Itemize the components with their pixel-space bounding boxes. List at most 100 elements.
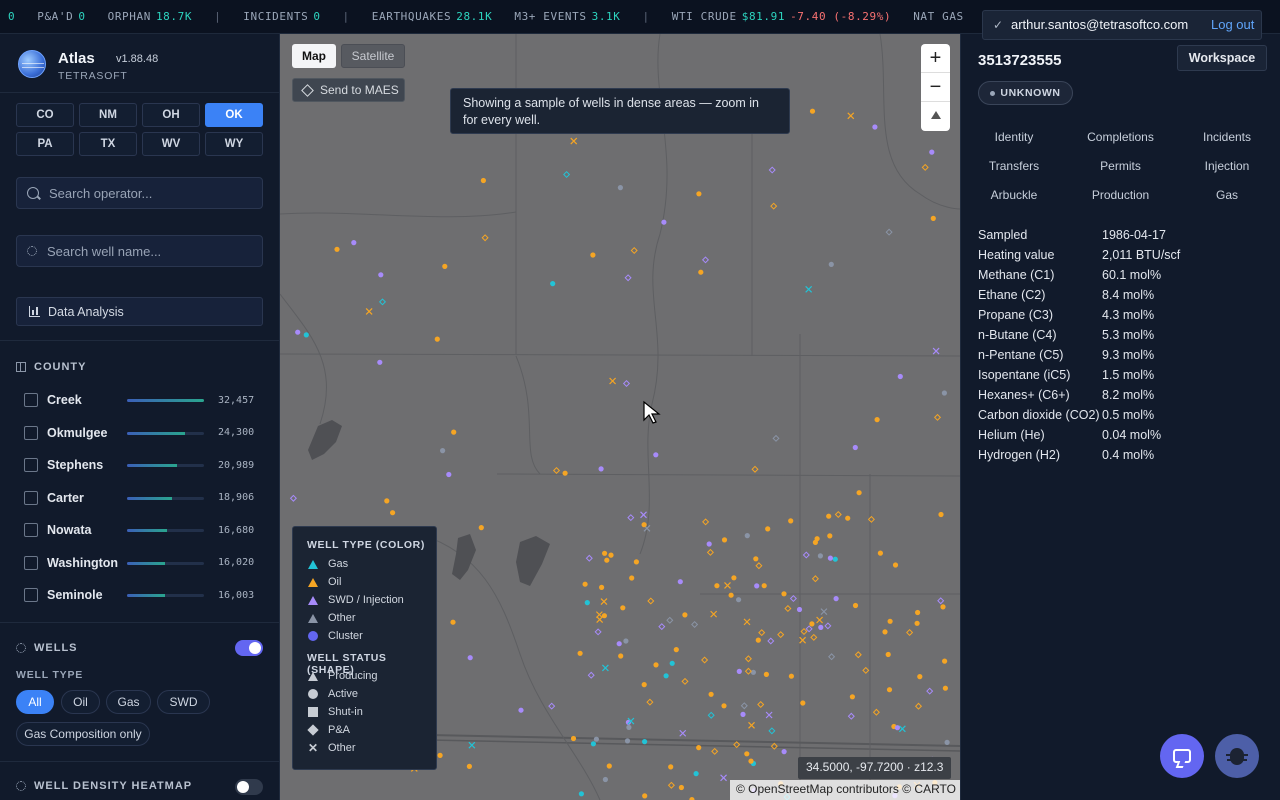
well-marker[interactable] (784, 604, 792, 613)
well-marker[interactable] (929, 149, 935, 155)
well-marker[interactable] (600, 598, 608, 605)
well-marker[interactable] (661, 219, 667, 225)
well-marker[interactable] (701, 656, 709, 664)
well-marker[interactable] (642, 739, 648, 745)
well-marker[interactable] (691, 620, 699, 629)
well-marker[interactable] (642, 793, 648, 799)
wells-toggle[interactable] (235, 640, 263, 656)
well-search[interactable] (16, 235, 263, 267)
well-marker[interactable] (590, 252, 596, 258)
send-to-maes-button[interactable]: Send to MAES (292, 78, 405, 102)
county-checkbox[interactable] (24, 425, 38, 440)
chat-button[interactable] (1160, 734, 1204, 778)
well-marker[interactable] (707, 711, 715, 719)
well-marker[interactable] (772, 434, 780, 442)
well-marker[interactable] (761, 583, 767, 589)
well-marker[interactable] (681, 677, 689, 685)
county-row[interactable]: Creek 32,457 (24, 390, 264, 410)
well-marker[interactable] (442, 263, 448, 269)
well-marker[interactable] (593, 736, 599, 742)
well-marker[interactable] (827, 555, 834, 561)
county-checkbox[interactable] (24, 393, 38, 407)
operator-search-input[interactable] (49, 185, 249, 201)
well-marker[interactable] (667, 781, 675, 789)
well-marker[interactable] (802, 551, 810, 559)
well-marker[interactable] (777, 631, 785, 639)
well-marker[interactable] (809, 621, 815, 627)
well-type-pill[interactable]: SWD (157, 690, 210, 714)
well-marker[interactable] (744, 751, 750, 757)
well-marker[interactable] (693, 771, 699, 777)
well-marker[interactable] (828, 653, 836, 661)
well-marker[interactable] (478, 525, 484, 531)
well-marker[interactable] (711, 747, 719, 755)
well-marker[interactable] (933, 413, 942, 421)
well-marker[interactable] (816, 616, 824, 624)
well-marker[interactable] (921, 163, 929, 171)
well-marker[interactable] (467, 655, 473, 661)
well-marker[interactable] (926, 687, 934, 695)
well-marker[interactable] (630, 246, 638, 255)
well-marker[interactable] (633, 559, 639, 565)
tab-transfers[interactable]: Transfers (961, 159, 1067, 173)
well-marker[interactable] (658, 623, 666, 631)
well-marker[interactable] (334, 246, 340, 252)
well-marker[interactable] (810, 633, 818, 641)
county-checkbox[interactable] (24, 555, 38, 570)
well-marker[interactable] (740, 711, 746, 718)
well-marker[interactable] (885, 651, 891, 658)
well-marker[interactable] (480, 177, 486, 184)
well-marker[interactable] (827, 533, 833, 539)
well-marker[interactable] (832, 556, 838, 562)
well-marker[interactable] (677, 579, 683, 585)
well-marker[interactable] (805, 625, 813, 633)
well-marker[interactable] (702, 518, 710, 526)
state-button-nm[interactable]: NM (79, 103, 137, 127)
well-marker[interactable] (468, 741, 476, 749)
well-marker[interactable] (640, 511, 647, 519)
well-marker[interactable] (826, 513, 832, 519)
well-marker[interactable] (598, 466, 604, 472)
well-marker[interactable] (788, 518, 794, 524)
well-marker[interactable] (898, 725, 906, 733)
well-marker[interactable] (724, 581, 731, 589)
well-marker[interactable] (944, 739, 950, 746)
well-marker[interactable] (770, 742, 778, 750)
county-row[interactable]: Carter 18,906 (24, 488, 264, 508)
well-marker[interactable] (377, 359, 383, 365)
well-marker[interactable] (833, 596, 839, 602)
well-marker[interactable] (618, 653, 624, 659)
operator-search[interactable] (16, 177, 263, 209)
well-marker[interactable] (696, 745, 702, 751)
well-marker[interactable] (647, 597, 655, 605)
well-marker[interactable] (577, 650, 583, 656)
well-marker[interactable] (845, 515, 851, 521)
well-marker[interactable] (669, 660, 675, 666)
well-marker[interactable] (736, 597, 742, 603)
well-marker[interactable] (849, 694, 856, 700)
well-marker[interactable] (450, 619, 456, 625)
well-marker[interactable] (942, 658, 948, 664)
well-marker[interactable] (518, 707, 524, 713)
well-marker[interactable] (847, 712, 855, 720)
well-marker[interactable] (882, 629, 888, 635)
well-marker[interactable] (623, 638, 629, 644)
well-marker[interactable] (872, 124, 878, 130)
data-analysis-button[interactable]: Data Analysis (16, 297, 263, 326)
well-marker[interactable] (562, 470, 568, 476)
tab-production[interactable]: Production (1068, 188, 1174, 202)
well-marker[interactable] (585, 554, 593, 562)
well-marker[interactable] (789, 594, 797, 603)
well-marker[interactable] (938, 511, 944, 518)
well-marker[interactable] (595, 611, 603, 619)
well-marker[interactable] (847, 112, 855, 120)
well-marker[interactable] (378, 272, 384, 278)
state-button-wy[interactable]: WY (205, 132, 263, 156)
well-marker[interactable] (748, 758, 754, 764)
well-marker[interactable] (601, 664, 609, 672)
county-checkbox[interactable] (24, 490, 38, 505)
state-button-ok[interactable]: OK (205, 103, 263, 127)
logout-link[interactable]: Log out (1211, 17, 1254, 32)
well-marker[interactable] (770, 202, 778, 210)
well-marker[interactable] (867, 515, 875, 523)
